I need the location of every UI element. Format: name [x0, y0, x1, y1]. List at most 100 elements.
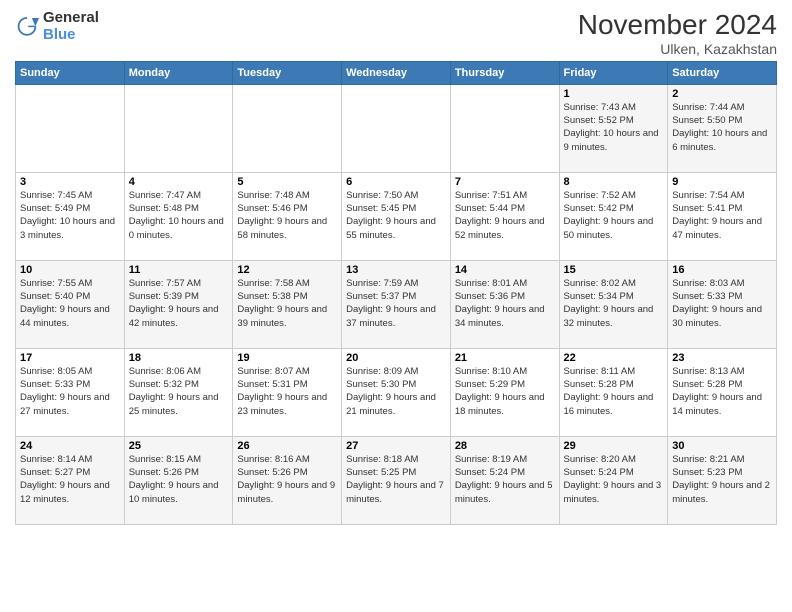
day-info: Sunrise: 7:44 AMSunset: 5:50 PMDaylight:… [672, 102, 767, 153]
header-row: Sunday Monday Tuesday Wednesday Thursday… [16, 61, 777, 84]
day-number: 13 [346, 264, 446, 276]
day-number: 30 [672, 440, 772, 452]
day-info: Sunrise: 7:51 AMSunset: 5:44 PMDaylight:… [455, 190, 545, 241]
day-number: 22 [564, 352, 664, 364]
col-wednesday: Wednesday [342, 61, 451, 84]
day-number: 10 [20, 264, 120, 276]
day-number: 15 [564, 264, 664, 276]
calendar-cell: 7 Sunrise: 7:51 AMSunset: 5:44 PMDayligh… [450, 172, 559, 260]
day-number: 16 [672, 264, 772, 276]
calendar-cell: 16 Sunrise: 8:03 AMSunset: 5:33 PMDaylig… [668, 260, 777, 348]
calendar-cell: 11 Sunrise: 7:57 AMSunset: 5:39 PMDaylig… [124, 260, 233, 348]
day-info: Sunrise: 7:50 AMSunset: 5:45 PMDaylight:… [346, 190, 436, 241]
calendar-cell: 1 Sunrise: 7:43 AMSunset: 5:52 PMDayligh… [559, 84, 668, 172]
logo-general: General [43, 10, 99, 27]
day-number: 27 [346, 440, 446, 452]
day-number: 18 [129, 352, 229, 364]
calendar-cell: 6 Sunrise: 7:50 AMSunset: 5:45 PMDayligh… [342, 172, 451, 260]
calendar-cell: 26 Sunrise: 8:16 AMSunset: 5:26 PMDaylig… [233, 436, 342, 524]
day-info: Sunrise: 8:06 AMSunset: 5:32 PMDaylight:… [129, 366, 219, 417]
calendar-cell: 17 Sunrise: 8:05 AMSunset: 5:33 PMDaylig… [16, 348, 125, 436]
day-number: 11 [129, 264, 229, 276]
day-number: 25 [129, 440, 229, 452]
day-number: 26 [237, 440, 337, 452]
day-number: 4 [129, 176, 229, 188]
calendar-table: Sunday Monday Tuesday Wednesday Thursday… [15, 61, 777, 525]
main-title: November 2024 [578, 10, 777, 41]
day-info: Sunrise: 8:03 AMSunset: 5:33 PMDaylight:… [672, 278, 762, 329]
calendar-cell: 13 Sunrise: 7:59 AMSunset: 5:37 PMDaylig… [342, 260, 451, 348]
day-number: 9 [672, 176, 772, 188]
calendar-cell: 3 Sunrise: 7:45 AMSunset: 5:49 PMDayligh… [16, 172, 125, 260]
day-info: Sunrise: 8:20 AMSunset: 5:24 PMDaylight:… [564, 454, 662, 505]
calendar-cell: 24 Sunrise: 8:14 AMSunset: 5:27 PMDaylig… [16, 436, 125, 524]
day-number: 6 [346, 176, 446, 188]
day-info: Sunrise: 7:52 AMSunset: 5:42 PMDaylight:… [564, 190, 654, 241]
day-number: 24 [20, 440, 120, 452]
logo-icon [15, 15, 39, 39]
day-number: 23 [672, 352, 772, 364]
day-number: 5 [237, 176, 337, 188]
day-number: 2 [672, 88, 772, 100]
day-number: 19 [237, 352, 337, 364]
day-info: Sunrise: 7:45 AMSunset: 5:49 PMDaylight:… [20, 190, 115, 241]
calendar-cell: 30 Sunrise: 8:21 AMSunset: 5:23 PMDaylig… [668, 436, 777, 524]
calendar-cell: 2 Sunrise: 7:44 AMSunset: 5:50 PMDayligh… [668, 84, 777, 172]
day-number: 17 [20, 352, 120, 364]
col-thursday: Thursday [450, 61, 559, 84]
day-number: 1 [564, 88, 664, 100]
calendar-week-1: 1 Sunrise: 7:43 AMSunset: 5:52 PMDayligh… [16, 84, 777, 172]
col-tuesday: Tuesday [233, 61, 342, 84]
calendar-cell [342, 84, 451, 172]
day-info: Sunrise: 8:07 AMSunset: 5:31 PMDaylight:… [237, 366, 327, 417]
day-number: 8 [564, 176, 664, 188]
calendar-week-4: 17 Sunrise: 8:05 AMSunset: 5:33 PMDaylig… [16, 348, 777, 436]
calendar-cell: 15 Sunrise: 8:02 AMSunset: 5:34 PMDaylig… [559, 260, 668, 348]
calendar-cell [16, 84, 125, 172]
calendar-cell: 4 Sunrise: 7:47 AMSunset: 5:48 PMDayligh… [124, 172, 233, 260]
col-monday: Monday [124, 61, 233, 84]
day-number: 21 [455, 352, 555, 364]
day-info: Sunrise: 8:05 AMSunset: 5:33 PMDaylight:… [20, 366, 110, 417]
day-info: Sunrise: 8:13 AMSunset: 5:28 PMDaylight:… [672, 366, 762, 417]
day-info: Sunrise: 7:54 AMSunset: 5:41 PMDaylight:… [672, 190, 762, 241]
calendar-week-3: 10 Sunrise: 7:55 AMSunset: 5:40 PMDaylig… [16, 260, 777, 348]
calendar-cell: 23 Sunrise: 8:13 AMSunset: 5:28 PMDaylig… [668, 348, 777, 436]
calendar-cell [450, 84, 559, 172]
day-info: Sunrise: 7:57 AMSunset: 5:39 PMDaylight:… [129, 278, 219, 329]
calendar-week-5: 24 Sunrise: 8:14 AMSunset: 5:27 PMDaylig… [16, 436, 777, 524]
col-sunday: Sunday [16, 61, 125, 84]
day-number: 7 [455, 176, 555, 188]
calendar-cell [124, 84, 233, 172]
day-number: 14 [455, 264, 555, 276]
calendar-cell: 18 Sunrise: 8:06 AMSunset: 5:32 PMDaylig… [124, 348, 233, 436]
day-info: Sunrise: 8:21 AMSunset: 5:23 PMDaylight:… [672, 454, 770, 505]
calendar-cell [233, 84, 342, 172]
day-info: Sunrise: 8:11 AMSunset: 5:28 PMDaylight:… [564, 366, 654, 417]
calendar-cell: 27 Sunrise: 8:18 AMSunset: 5:25 PMDaylig… [342, 436, 451, 524]
day-info: Sunrise: 7:47 AMSunset: 5:48 PMDaylight:… [129, 190, 224, 241]
calendar-week-2: 3 Sunrise: 7:45 AMSunset: 5:49 PMDayligh… [16, 172, 777, 260]
day-info: Sunrise: 7:59 AMSunset: 5:37 PMDaylight:… [346, 278, 436, 329]
day-info: Sunrise: 8:01 AMSunset: 5:36 PMDaylight:… [455, 278, 545, 329]
day-info: Sunrise: 7:55 AMSunset: 5:40 PMDaylight:… [20, 278, 110, 329]
day-number: 20 [346, 352, 446, 364]
logo: General Blue [15, 10, 99, 43]
calendar-cell: 25 Sunrise: 8:15 AMSunset: 5:26 PMDaylig… [124, 436, 233, 524]
day-info: Sunrise: 8:19 AMSunset: 5:24 PMDaylight:… [455, 454, 553, 505]
page-container: General Blue November 2024 Ulken, Kazakh… [0, 0, 792, 530]
calendar-cell: 22 Sunrise: 8:11 AMSunset: 5:28 PMDaylig… [559, 348, 668, 436]
day-info: Sunrise: 8:02 AMSunset: 5:34 PMDaylight:… [564, 278, 654, 329]
col-saturday: Saturday [668, 61, 777, 84]
day-number: 3 [20, 176, 120, 188]
calendar-cell: 14 Sunrise: 8:01 AMSunset: 5:36 PMDaylig… [450, 260, 559, 348]
calendar-cell: 10 Sunrise: 7:55 AMSunset: 5:40 PMDaylig… [16, 260, 125, 348]
day-info: Sunrise: 8:15 AMSunset: 5:26 PMDaylight:… [129, 454, 219, 505]
calendar-cell: 8 Sunrise: 7:52 AMSunset: 5:42 PMDayligh… [559, 172, 668, 260]
calendar-cell: 5 Sunrise: 7:48 AMSunset: 5:46 PMDayligh… [233, 172, 342, 260]
day-info: Sunrise: 8:09 AMSunset: 5:30 PMDaylight:… [346, 366, 436, 417]
day-info: Sunrise: 7:58 AMSunset: 5:38 PMDaylight:… [237, 278, 327, 329]
day-info: Sunrise: 8:10 AMSunset: 5:29 PMDaylight:… [455, 366, 545, 417]
subtitle: Ulken, Kazakhstan [578, 41, 777, 57]
col-friday: Friday [559, 61, 668, 84]
